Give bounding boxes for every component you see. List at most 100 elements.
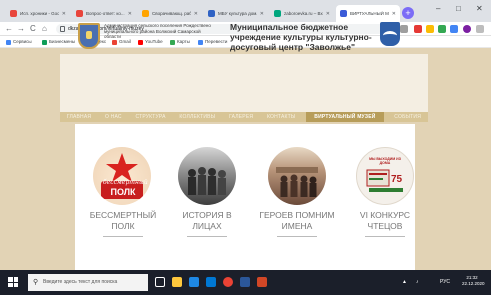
card-title-line: ПОЛК bbox=[111, 220, 135, 231]
tab-favicon-icon bbox=[76, 10, 83, 17]
input-language[interactable]: РУС bbox=[440, 278, 450, 286]
bookmark-icon bbox=[42, 39, 47, 45]
taskbar-clock[interactable]: 21:32 22.12.2020 bbox=[462, 275, 485, 287]
card-title-line: VI КОНКУРС bbox=[359, 210, 411, 220]
apps-icon bbox=[6, 39, 11, 45]
menu-item-home[interactable]: Главная bbox=[64, 112, 94, 122]
extension-icon[interactable] bbox=[438, 25, 446, 33]
powerpoint-icon[interactable] bbox=[257, 277, 267, 287]
task-view-icon[interactable] bbox=[155, 277, 165, 287]
admin-caption: Администрация сельского поселения Рождес… bbox=[104, 23, 211, 39]
menu-item-about[interactable]: О нас bbox=[102, 112, 125, 122]
taskbar-search-input[interactable]: ⚲ Введите здесь текст для поиска bbox=[28, 274, 148, 291]
network-icon[interactable]: ▲ bbox=[402, 278, 407, 286]
card-title-line: ИСТОРИЯ В bbox=[182, 210, 232, 220]
menu-item-collectives[interactable]: Коллективы bbox=[176, 112, 218, 122]
maximize-icon[interactable]: □ bbox=[456, 4, 461, 13]
tab-title: МБУ культура дом... bbox=[218, 11, 257, 16]
word-icon[interactable] bbox=[240, 277, 250, 287]
search-placeholder: Введите здесь текст для поиска bbox=[43, 279, 118, 285]
card-underline bbox=[365, 236, 405, 237]
poster-icon bbox=[366, 169, 403, 192]
browser-tab[interactable]: Сворачивающ. работы... ✕ bbox=[138, 5, 202, 22]
browser-tab[interactable]: zaboroevka.ru – Вх... ✕ bbox=[270, 5, 334, 22]
tab-favicon-icon bbox=[340, 10, 347, 17]
close-tab-icon[interactable]: ✕ bbox=[128, 11, 132, 17]
browser-tab[interactable]: МБУ культура дом... ✕ bbox=[204, 5, 268, 22]
card-title-reciters-contest[interactable]: VI КОНКУРС ЧТЕЦОВ bbox=[342, 210, 428, 231]
browser-tab-bar: Исп. хроники - Google Кр... ✕ Вопрос-отв… bbox=[0, 0, 491, 22]
tab-title: Исп. хроники - Google Кр... bbox=[20, 11, 59, 16]
card-title-line: ЛИЦАХ bbox=[192, 220, 222, 231]
extension-icon[interactable] bbox=[450, 25, 458, 33]
close-tab-icon[interactable]: ✕ bbox=[392, 11, 396, 17]
tab-title: Сворачивающ. работы... bbox=[152, 11, 191, 16]
tab-favicon-icon bbox=[208, 10, 215, 17]
soldiers-photo-icon bbox=[276, 167, 318, 197]
close-tab-icon[interactable]: ✕ bbox=[326, 11, 330, 17]
extension-icon[interactable] bbox=[426, 25, 434, 33]
reload-icon[interactable]: C bbox=[30, 24, 36, 34]
extension-icon[interactable] bbox=[414, 25, 422, 33]
card-title-heroes-names[interactable]: ГЕРОЕВ ПОМНИМ ИМЕНА bbox=[254, 210, 340, 231]
tab-favicon-icon bbox=[142, 10, 149, 17]
forward-arrow-icon[interactable]: → bbox=[17, 24, 25, 34]
heroes-names-image[interactable] bbox=[268, 147, 326, 205]
clock-date: 22.12.2020 bbox=[462, 281, 485, 286]
minimize-icon[interactable]: – bbox=[436, 4, 440, 13]
close-window-icon[interactable]: ✕ bbox=[476, 4, 483, 13]
regiment-script-text: бессмертный bbox=[103, 179, 148, 186]
tab-title: ВИРТУАЛЬНЫЙ МУЗЕЙ bbox=[350, 11, 389, 16]
card-underline bbox=[187, 236, 227, 237]
coat-of-arms-logo[interactable] bbox=[78, 23, 100, 49]
card-title-immortal-regiment[interactable]: БЕССМЕРТНЫЙ ПОЛК bbox=[80, 210, 166, 231]
close-tab-icon[interactable]: ✕ bbox=[260, 11, 264, 17]
menu-item-gallery[interactable]: Галерея bbox=[226, 112, 256, 122]
tab-favicon-icon bbox=[10, 10, 17, 17]
center-logo[interactable] bbox=[380, 22, 400, 46]
close-tab-icon[interactable]: ✕ bbox=[62, 11, 66, 17]
store-icon[interactable] bbox=[206, 277, 216, 287]
card-title-history-in-faces[interactable]: ИСТОРИЯ В ЛИЦАХ bbox=[164, 210, 250, 231]
menu-item-virtual-museum[interactable]: Виртуальный музей bbox=[306, 112, 384, 122]
site-header bbox=[60, 54, 428, 114]
card-title-line: ЧТЕЦОВ bbox=[367, 220, 403, 231]
browser-tab-active[interactable]: ВИРТУАЛЬНЫЙ МУЗЕЙ ✕ bbox=[336, 5, 400, 22]
close-tab-icon[interactable]: ✕ bbox=[194, 11, 198, 17]
card-title-line: ИМЕНА bbox=[281, 220, 313, 231]
windows-taskbar: ⚲ Введите здесь текст для поиска ▲ ♪ РУС… bbox=[0, 270, 491, 295]
bookmark-item[interactable]: Сервисы bbox=[6, 38, 32, 46]
windows-start-icon[interactable] bbox=[8, 277, 18, 287]
menu-item-contacts[interactable]: Контакты bbox=[264, 112, 299, 122]
bookmark-label: Бизнесмены bbox=[49, 39, 76, 44]
immortal-regiment-image[interactable]: бессмертный ПОЛК bbox=[93, 147, 151, 205]
tab-favicon-icon bbox=[274, 10, 281, 17]
back-arrow-icon[interactable]: ← bbox=[5, 24, 13, 34]
lock-icon bbox=[60, 26, 65, 32]
menu-dots-icon[interactable] bbox=[476, 25, 484, 33]
youtube-icon bbox=[138, 39, 143, 45]
browser-tab[interactable]: Исп. хроники - Google Кр... ✕ bbox=[6, 5, 70, 22]
poster-number-text: 75 bbox=[391, 174, 403, 185]
home-icon[interactable]: ⌂ bbox=[42, 24, 47, 34]
new-tab-button[interactable]: + bbox=[402, 7, 414, 19]
card-underline bbox=[103, 236, 143, 237]
translate-icon bbox=[198, 39, 203, 45]
bookmark-item[interactable]: Бизнесмены bbox=[42, 38, 75, 46]
chrome-icon[interactable] bbox=[223, 277, 233, 287]
history-in-faces-image[interactable] bbox=[178, 147, 236, 205]
file-explorer-icon[interactable] bbox=[172, 277, 182, 287]
main-menu: Главная О нас Структура Коллективы Галер… bbox=[60, 112, 428, 122]
menu-item-structure[interactable]: Структура bbox=[132, 112, 168, 122]
menu-item-events[interactable]: События bbox=[391, 112, 424, 122]
star-icon[interactable] bbox=[400, 25, 408, 33]
volume-icon[interactable]: ♪ bbox=[416, 278, 419, 286]
maps-icon bbox=[170, 39, 175, 45]
regiment-badge-text: ПОЛК bbox=[110, 187, 136, 197]
edge-icon[interactable] bbox=[189, 277, 199, 287]
site-title: Муниципальное бюджетное учреждение культ… bbox=[230, 22, 372, 52]
card-title-line: ГЕРОЕВ ПОМНИМ bbox=[259, 210, 335, 220]
reciters-contest-image[interactable]: МЫ ВЫХОДИМ ИЗ ДОМА 75 bbox=[356, 147, 414, 205]
browser-tab[interactable]: Вопрос-ответ: ко... ✕ bbox=[72, 5, 136, 22]
profile-avatar[interactable] bbox=[463, 25, 471, 33]
